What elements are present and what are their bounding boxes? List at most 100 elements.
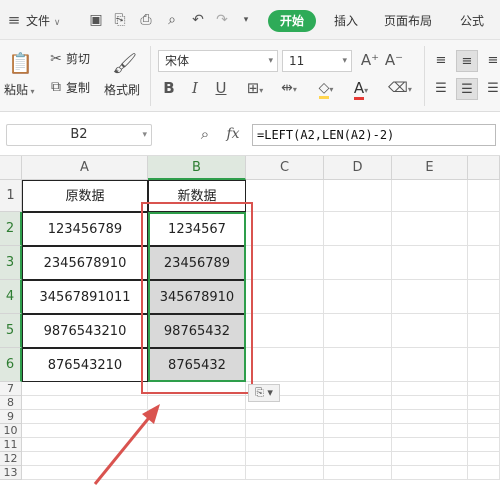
cell-d8[interactable]	[324, 396, 392, 410]
cell-a9[interactable]	[22, 410, 148, 424]
copy-icon[interactable]: ⧉	[48, 78, 64, 96]
cell-d12[interactable]	[324, 452, 392, 466]
cell-c1[interactable]	[246, 180, 324, 212]
cell-x2[interactable]	[468, 212, 500, 246]
cell-b8[interactable]	[148, 396, 246, 410]
font-size-select[interactable]: 11 ▾	[282, 50, 352, 72]
row-header-2[interactable]: 2	[0, 212, 22, 246]
cell-e12[interactable]	[392, 452, 468, 466]
cell-b9[interactable]	[148, 410, 246, 424]
row-header-11[interactable]: 11	[0, 438, 22, 452]
align-bottom-button[interactable]: ≡	[482, 50, 500, 72]
cell-x11[interactable]	[468, 438, 500, 452]
underline-button[interactable]: U	[212, 79, 230, 97]
cell-d5[interactable]	[324, 314, 392, 348]
cell-b2[interactable]: 1234567	[148, 212, 246, 246]
row-header-7[interactable]: 7	[0, 382, 22, 396]
file-menu[interactable]: 文件 ∨	[26, 11, 60, 31]
row-header-13[interactable]: 13	[0, 466, 22, 480]
cell-d7[interactable]	[324, 382, 392, 396]
cell-e9[interactable]	[392, 410, 468, 424]
redo-icon[interactable]: ↷	[214, 12, 230, 28]
formula-input[interactable]: =LEFT(A2,LEN(A2)-2)	[252, 124, 496, 146]
column-header-d[interactable]: D	[324, 156, 392, 180]
row-header-9[interactable]: 9	[0, 410, 22, 424]
cell-a10[interactable]	[22, 424, 148, 438]
cell-e5[interactable]	[392, 314, 468, 348]
cell-x8[interactable]	[468, 396, 500, 410]
cell-a6[interactable]: 876543210	[22, 348, 148, 382]
cell-b13[interactable]	[148, 466, 246, 480]
cell-x12[interactable]	[468, 452, 500, 466]
fx-button[interactable]: fx	[222, 125, 244, 143]
cell-d1[interactable]	[324, 180, 392, 212]
cell-d13[interactable]	[324, 466, 392, 480]
paste-button[interactable]: 粘贴 ▾	[4, 82, 35, 100]
cell-a13[interactable]	[22, 466, 148, 480]
cell-c11[interactable]	[246, 438, 324, 452]
font-name-select[interactable]: 宋体 ▾	[158, 50, 278, 72]
cell-b7[interactable]	[148, 382, 246, 396]
name-box[interactable]: B2 ▾	[6, 124, 152, 146]
italic-button[interactable]: I	[186, 79, 204, 97]
cell-e8[interactable]	[392, 396, 468, 410]
paste-icon[interactable]: 📋	[8, 50, 33, 76]
tab-page-layout[interactable]: 页面布局	[384, 11, 432, 31]
shrink-font-button[interactable]: A⁻	[384, 51, 404, 69]
cell-e6[interactable]	[392, 348, 468, 382]
cell-d4[interactable]	[324, 280, 392, 314]
align-center-button[interactable]: ☰	[456, 78, 478, 100]
tab-home[interactable]: 开始	[268, 10, 316, 32]
cell-d10[interactable]	[324, 424, 392, 438]
row-header-8[interactable]: 8	[0, 396, 22, 410]
column-header-b[interactable]: B	[148, 156, 246, 180]
cell-c2[interactable]	[246, 212, 324, 246]
paste-options-button[interactable]: ⎘ ▾	[248, 384, 280, 402]
grow-font-button[interactable]: A⁺	[360, 51, 380, 69]
cell-e4[interactable]	[392, 280, 468, 314]
cell-c9[interactable]	[246, 410, 324, 424]
hamburger-menu-icon[interactable]: ≡	[6, 12, 22, 28]
copy-button[interactable]: 复制	[66, 80, 90, 96]
cell-x6[interactable]	[468, 348, 500, 382]
borders-button[interactable]: ⊞▾	[240, 79, 270, 100]
cell-c5[interactable]	[246, 314, 324, 348]
undo-icon[interactable]: ↶	[190, 12, 206, 28]
cell-b11[interactable]	[148, 438, 246, 452]
cell-a8[interactable]	[22, 396, 148, 410]
cell-a7[interactable]	[22, 382, 148, 396]
cell-b4[interactable]: 345678910	[148, 280, 246, 314]
bold-button[interactable]: B	[160, 79, 178, 97]
row-header-10[interactable]: 10	[0, 424, 22, 438]
cell-x4[interactable]	[468, 280, 500, 314]
cell-c13[interactable]	[246, 466, 324, 480]
cell-a12[interactable]	[22, 452, 148, 466]
cell-e10[interactable]	[392, 424, 468, 438]
cell-c6[interactable]	[246, 348, 324, 382]
print-icon[interactable]: ⎙	[138, 12, 154, 28]
cut-button[interactable]: 剪切	[66, 51, 90, 67]
cell-a3[interactable]: 2345678910	[22, 246, 148, 280]
cell-d9[interactable]	[324, 410, 392, 424]
tab-insert[interactable]: 插入	[334, 11, 358, 31]
export-icon[interactable]: ⎘	[112, 12, 128, 28]
align-top-button[interactable]: ≡	[430, 50, 452, 72]
tab-formulas[interactable]: 公式	[460, 11, 484, 31]
cell-a4[interactable]: 34567891011	[22, 280, 148, 314]
cell-b3[interactable]: 23456789	[148, 246, 246, 280]
row-header-12[interactable]: 12	[0, 452, 22, 466]
row-header-4[interactable]: 4	[0, 280, 22, 314]
row-header-3[interactable]: 3	[0, 246, 22, 280]
column-header-overflow[interactable]	[468, 156, 500, 180]
cell-x7[interactable]	[468, 382, 500, 396]
cell-x3[interactable]	[468, 246, 500, 280]
zoom-search-icon[interactable]: ⌕	[196, 125, 214, 143]
cell-c4[interactable]	[246, 280, 324, 314]
row-header-1[interactable]: 1	[0, 180, 22, 212]
cell-c12[interactable]	[246, 452, 324, 466]
cell-d6[interactable]	[324, 348, 392, 382]
cell-e7[interactable]	[392, 382, 468, 396]
select-all-corner[interactable]	[0, 156, 22, 180]
cell-d3[interactable]	[324, 246, 392, 280]
print-preview-icon[interactable]: ⌕	[164, 12, 180, 28]
